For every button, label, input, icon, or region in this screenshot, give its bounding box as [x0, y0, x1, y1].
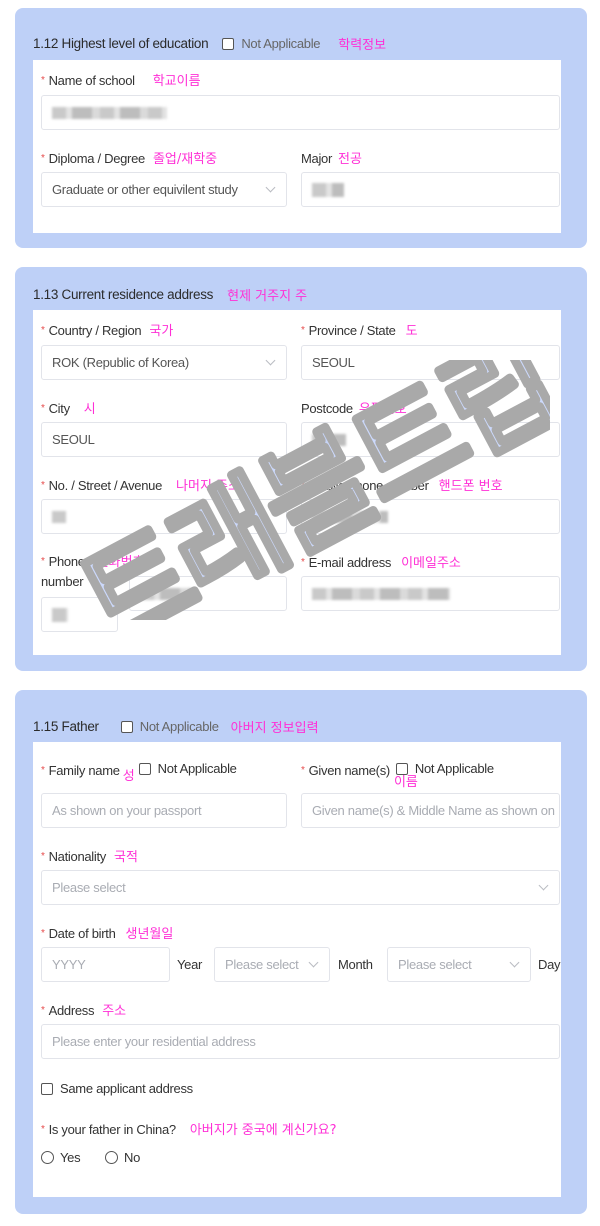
- province-input[interactable]: SEOUL: [301, 345, 560, 380]
- education-card: 1.12 Highest level of education Not Appl…: [15, 8, 587, 248]
- radio-icon[interactable]: [41, 1151, 54, 1164]
- email-input[interactable]: [301, 576, 560, 611]
- father-card: 1.15 Father Not Applicable 아버지 정보입력 * Fam…: [15, 690, 587, 1214]
- education-title: 1.12 Highest level of education: [33, 36, 209, 51]
- checkbox-icon[interactable]: [138, 762, 151, 775]
- major-label: Major 전공: [301, 151, 362, 167]
- year-input[interactable]: YYYY: [41, 947, 170, 982]
- checkbox-icon[interactable]: [41, 1082, 53, 1095]
- residence-header: 1.13 Current residence address 현제 거주지 주: [33, 285, 307, 304]
- chevron-down-icon: [308, 957, 319, 968]
- mobile-input[interactable]: [301, 499, 560, 534]
- redacted-value: [312, 587, 450, 600]
- diploma-select[interactable]: Graduate or other equivilent study: [41, 172, 287, 207]
- country-label: * Country / Region 국가: [41, 323, 174, 339]
- father-panel: * Family name 성 Not Applicable As shown o…: [33, 742, 561, 1197]
- in-china-label: * Is your father in China? 아버지가 중국에 계신가요?: [41, 1122, 337, 1138]
- redacted-value: [52, 106, 167, 119]
- chevron-down-icon: [265, 355, 276, 366]
- residence-panel: * Country / Region 국가 ROK (Republic of Kor…: [33, 310, 561, 655]
- country-select[interactable]: ROK (Republic of Korea): [41, 345, 287, 380]
- street-label: * No. / Street / Avenue 나머지 주소: [41, 478, 240, 494]
- major-input[interactable]: [301, 172, 560, 207]
- annotation: 현제 거주지 주: [227, 289, 308, 304]
- day-label: Day: [538, 957, 561, 972]
- chevron-down-icon: [538, 880, 549, 891]
- checkbox-icon[interactable]: [120, 720, 133, 733]
- redacted-value: [52, 510, 66, 523]
- given-name-not-applicable[interactable]: Not Applicable: [395, 761, 494, 776]
- redacted-value: [140, 587, 192, 600]
- address-input[interactable]: Please enter your residential address: [41, 1024, 560, 1059]
- street-input[interactable]: [41, 499, 287, 534]
- month-label: Month: [338, 957, 373, 972]
- postcode-input[interactable]: [301, 422, 560, 457]
- city-label: * City 시: [41, 401, 96, 417]
- father-not-applicable[interactable]: Not Applicable: [120, 719, 219, 734]
- education-panel: * Name of school 학교이름 * Diploma / Degree 졸업/…: [33, 60, 561, 233]
- nationality-select[interactable]: Please select: [41, 870, 560, 905]
- checkbox-icon[interactable]: [395, 762, 408, 775]
- city-input[interactable]: SEOUL: [41, 422, 287, 457]
- family-name-input[interactable]: As shown on your passport: [41, 793, 287, 828]
- day-select[interactable]: Please select: [387, 947, 531, 982]
- annotation: 학력정보: [338, 38, 387, 53]
- radio-no[interactable]: No: [105, 1150, 140, 1165]
- family-name-label: * Family name 성 Not Applicable: [41, 761, 237, 784]
- chevron-down-icon: [509, 957, 520, 968]
- phone-area-input[interactable]: [41, 597, 118, 632]
- postcode-label: Postcode 우편번호: [301, 401, 407, 417]
- annotation: 아버지 정보입력: [230, 721, 319, 736]
- education-header: 1.12 Highest level of education Not Appl…: [33, 34, 386, 53]
- school-input[interactable]: [41, 95, 560, 130]
- checkbox-icon[interactable]: [222, 37, 235, 50]
- family-name-not-applicable[interactable]: Not Applicable: [138, 761, 237, 776]
- mobile-label: * Mobile phone number 핸드폰 번호: [301, 478, 503, 494]
- school-label: * Name of school 학교이름: [41, 73, 201, 89]
- redacted-value: [312, 433, 346, 446]
- month-select[interactable]: Please select: [214, 947, 330, 982]
- redacted-value: [52, 607, 68, 622]
- same-applicant-address[interactable]: Same applicant address: [41, 1081, 193, 1096]
- year-label: Year: [177, 957, 203, 972]
- redacted-value: [312, 510, 388, 523]
- email-label: * E-mail address 이메일주소: [301, 555, 461, 571]
- residence-card: 1.13 Current residence address 현제 거주지 주 …: [15, 267, 587, 671]
- father-title: 1.15 Father: [33, 719, 99, 734]
- given-name-input[interactable]: Given name(s) & Middle Name as shown on: [301, 793, 560, 828]
- given-name-label: * Given name(s) 이름 Not Applicable: [301, 761, 494, 790]
- redacted-value: [312, 182, 344, 197]
- chevron-down-icon: [265, 182, 276, 193]
- dob-label: * Date of birth 생년월일: [41, 926, 174, 942]
- diploma-label: * Diploma / Degree 졸업/재학중: [41, 151, 218, 167]
- phone-number-input[interactable]: [129, 576, 287, 611]
- nationality-label: * Nationality 국적: [41, 849, 138, 865]
- father-header: 1.15 Father Not Applicable 아버지 정보입력: [33, 717, 319, 736]
- residence-title: 1.13 Current residence address: [33, 287, 214, 302]
- address-label: * Address 주소: [41, 1003, 127, 1019]
- education-not-applicable[interactable]: Not Applicable: [222, 36, 321, 51]
- radio-yes[interactable]: Yes: [41, 1150, 81, 1165]
- radio-icon[interactable]: [105, 1151, 118, 1164]
- province-label: * Province / State 도: [301, 323, 418, 339]
